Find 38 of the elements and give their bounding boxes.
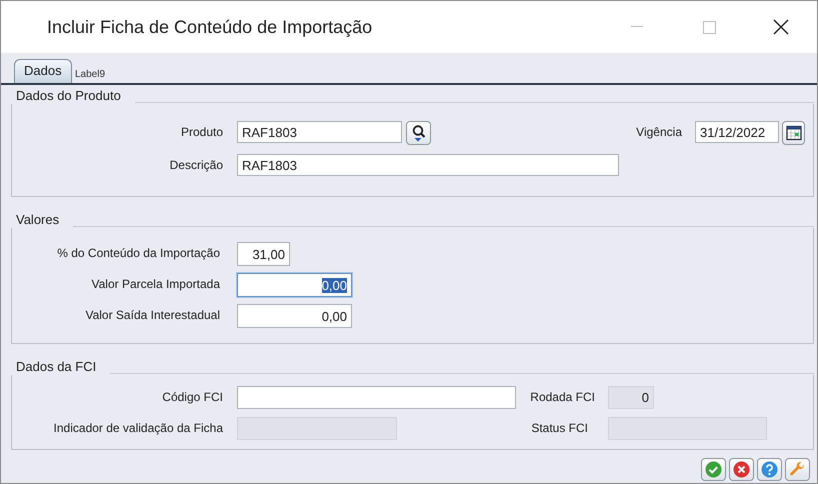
field-label: Produto xyxy=(180,124,223,139)
input-field[interactable]: RAF1803 xyxy=(237,121,402,143)
section-title: Dados da FCI xyxy=(15,359,98,375)
check-icon xyxy=(705,461,722,478)
close-icon xyxy=(733,461,750,478)
overlay-label: Label9 xyxy=(75,70,106,80)
search-icon xyxy=(410,124,426,142)
field-label: Vigência xyxy=(635,124,682,139)
input-field[interactable]: 0,00 xyxy=(237,273,352,297)
help-button[interactable] xyxy=(757,458,782,481)
field-label: % do Conteúdo da Importação xyxy=(56,245,220,260)
section-title: Dados do Produto xyxy=(15,88,122,104)
calendar-button[interactable] xyxy=(782,121,805,145)
input-field[interactable]: 31,00 xyxy=(237,242,290,266)
minimize-icon[interactable] xyxy=(631,26,643,28)
field-label: Descrição xyxy=(168,157,223,172)
field-label: Indicador de validação da Ficha xyxy=(52,420,223,435)
window-title: Incluir Ficha de Conteúdo de Importação xyxy=(47,16,374,38)
field-label: Valor Saída Interestadual xyxy=(84,307,220,322)
confirm-button[interactable] xyxy=(701,458,726,481)
cancel-button[interactable] xyxy=(729,458,754,481)
maximize-icon[interactable] xyxy=(702,20,716,34)
wrench-icon xyxy=(789,461,806,478)
field-label: Rodada FCI xyxy=(529,389,595,404)
input-field[interactable]: 0,00 xyxy=(237,304,352,328)
close-icon[interactable] xyxy=(773,19,789,35)
input-field[interactable]: 31/12/2022 xyxy=(695,121,779,143)
section-title: Valores xyxy=(15,212,60,228)
input-field[interactable]: RAF1803 xyxy=(237,154,619,176)
field-label: Código FCI xyxy=(161,389,223,404)
help-icon xyxy=(761,461,778,478)
field-label: Valor Parcela Importada xyxy=(90,276,220,291)
field-label: Status FCI xyxy=(530,420,588,435)
input-field[interactable] xyxy=(237,386,516,409)
tab[interactable]: Dados xyxy=(14,59,72,83)
calendar-icon xyxy=(786,125,802,141)
search-button[interactable] xyxy=(406,121,431,145)
settings-button[interactable] xyxy=(785,458,810,481)
